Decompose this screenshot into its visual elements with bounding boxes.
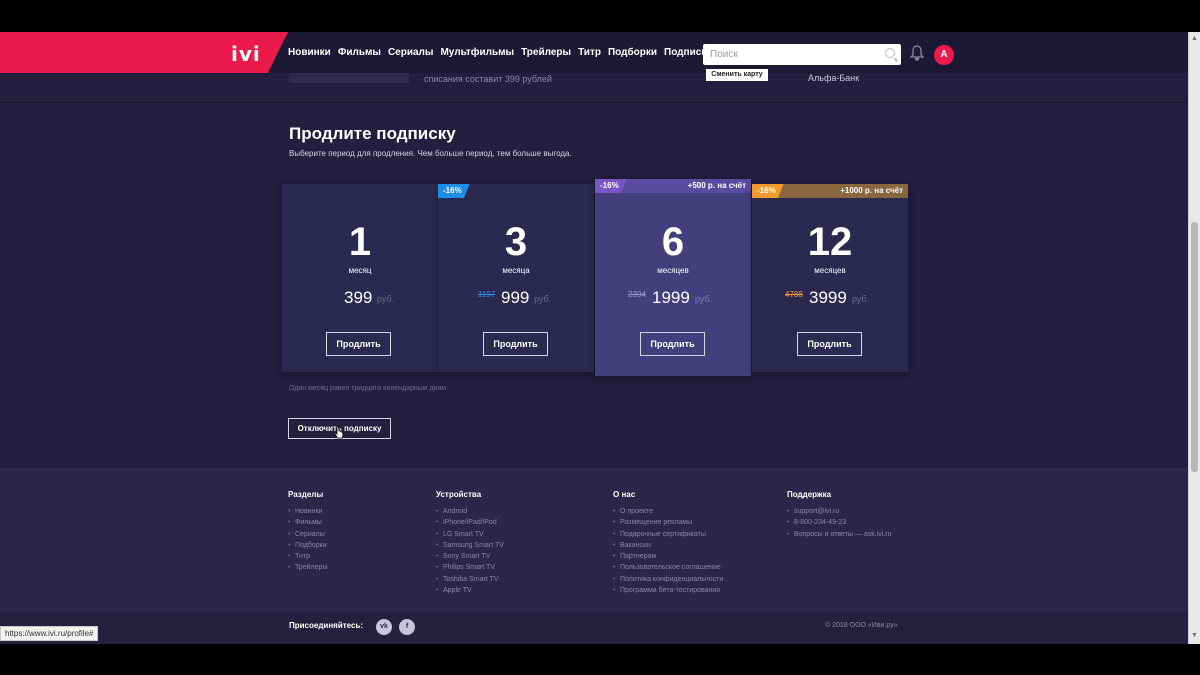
footer-link[interactable]: Apple TV [436,585,504,597]
nav-serials[interactable]: Сериалы [388,47,434,58]
plan-price: 3999 [809,288,847,307]
footer-link[interactable]: Размещение рекламы [613,517,723,529]
nav-collections[interactable]: Подборки [608,47,657,58]
footer-link[interactable]: Фильмы [288,517,327,529]
scroll-down-icon[interactable]: ▼ [1191,632,1198,639]
footer-heading: Устройства [436,490,482,499]
plan-count: 1 [348,220,372,264]
footer-heading: Поддержка [787,490,832,499]
site-header: ivi Новинки Фильмы Сериалы Мультфильмы Т… [0,32,1188,73]
hand-cursor-icon [334,426,344,440]
status-bar-url: https://www.ivi.ru/profile# [0,626,99,641]
scroll-up-icon[interactable]: ▲ [1191,35,1198,42]
site-footer: Разделы Новинки Фильмы Сериалы Подборки … [0,468,1188,644]
footer-link[interactable]: Пользовательское соглашение [613,562,723,574]
footer-link[interactable]: Samsung Smart TV [436,540,504,552]
plan-currency: руб. [695,294,713,304]
discount-badge: -16% [438,184,470,198]
footer-link[interactable]: Титр [288,551,327,563]
page-title: Продлите подписку [289,124,456,143]
footer-column-devices: Устройства Android iPhone/iPad/iPod LG S… [436,490,504,597]
plan-old-price: 1197 [478,290,496,299]
footer-heading: О нас [613,490,636,499]
bell-icon[interactable] [909,45,925,61]
card-thumbnail [289,73,409,83]
plan-currency: руб. [852,294,870,304]
bank-name: Альфа-Банк [808,73,860,83]
footer-column-about: О нас О проекте Размещение рекламы Подар… [613,490,723,597]
footer-link[interactable]: Политика конфиденциальности [613,574,723,586]
plan-price: 399 [344,288,373,307]
footer-link[interactable]: Программа бета-тестирования [613,585,723,597]
bonus-badge: +1000 р. на счёт [840,186,903,195]
plan-card-1-month: 1 месяц 399 руб. Продлить [282,184,438,372]
plan-old-price: 4788 [785,290,803,299]
plan-card-12-months: -16% +1000 р. на счёт 12 месяцев 4788 39… [752,184,908,372]
ivi-logo[interactable]: ivi [231,42,261,66]
footer-link[interactable]: Трейлеры [288,562,327,574]
renew-button-1-month[interactable]: Продлить [326,332,391,356]
plan-unit: месяц [348,266,372,275]
facebook-icon[interactable]: f [399,619,415,635]
footer-link[interactable]: 8-800-234-49-23 [787,517,891,529]
plan-currency: руб. [377,294,395,304]
scrollbar-thumb[interactable] [1191,222,1198,472]
footer-link[interactable]: О проекте [613,506,723,518]
main-nav: Новинки Фильмы Сериалы Мультфильмы Трейл… [288,32,712,73]
footer-link[interactable]: Вакансии [613,540,723,552]
footer-link[interactable]: Android [436,506,504,518]
plan-card-3-months: -16% 3 месяца 1197 999 руб. Продлить [438,184,594,372]
join-label: Присоединяйтесь: [289,621,364,630]
divider [0,102,1188,103]
footer-link[interactable]: Подарочные сертификаты [613,529,723,541]
plan-unit: месяца [502,266,530,275]
change-card-button[interactable]: Сменить карту [706,69,768,81]
footer-column-support: Поддержка support@ivi.ru 8-800-234-49-23… [787,490,891,540]
footer-link[interactable]: Sony Smart TV [436,551,504,563]
payment-note: списания составит 399 рублей [424,74,552,84]
plan-card-6-months: -16% +500 р. на счёт 6 месяцев 2394 1999… [595,179,751,376]
renew-button-12-months[interactable]: Продлить [797,332,862,356]
plan-price: 999 [501,288,530,307]
avatar[interactable]: A [934,45,954,65]
footer-link[interactable]: Новинки [288,506,327,518]
footer-bottom-bar: Присоединяйтесь: vk f © 2018 ООО «Иви.ру… [0,611,1188,644]
nav-trailers[interactable]: Трейлеры [521,47,571,58]
footer-link[interactable]: iPhone/iPad/iPod [436,517,504,529]
plan-unit: месяцев [657,266,689,275]
renew-button-6-months[interactable]: Продлить [640,332,705,356]
plan-currency: руб. [534,294,552,304]
search-icon[interactable] [885,48,895,58]
footer-link[interactable]: Партнерам [613,551,723,563]
footer-heading: Разделы [288,490,324,499]
footer-link[interactable]: Подборки [288,540,327,552]
footer-link[interactable]: Philips Smart TV [436,562,504,574]
month-note: Один месяц равен тридцати календарным дн… [289,385,447,392]
vk-icon[interactable]: vk [376,619,392,635]
search-placeholder: Поиск [710,49,738,60]
footer-link[interactable]: Вопросы и ответы — ask.ivi.ru [787,529,891,541]
scrollbar[interactable]: ▲ ▼ [1188,32,1200,644]
browser-viewport: ivi Новинки Фильмы Сериалы Мультфильмы Т… [0,32,1188,644]
bonus-badge: +500 р. на счёт [687,181,746,190]
plan-count: 12 [807,220,853,264]
page-subtitle: Выберите период для продления. Чем больш… [289,149,572,158]
footer-link[interactable]: support@ivi.ru [787,506,891,518]
footer-link[interactable]: Сериалы [288,529,327,541]
nav-novinki[interactable]: Новинки [288,47,331,58]
renew-button-3-months[interactable]: Продлить [483,332,548,356]
search-input[interactable]: Поиск [703,44,901,65]
nav-films[interactable]: Фильмы [338,47,381,58]
footer-link[interactable]: Toshiba Smart TV [436,574,504,586]
footer-column-sections: Разделы Новинки Фильмы Сериалы Подборки … [288,490,327,574]
plan-old-price: 2394 [628,290,646,299]
nav-cartoons[interactable]: Мультфильмы [440,47,514,58]
plan-count: 3 [504,220,528,264]
copyright: © 2018 ООО «Иви.ру» [825,622,898,629]
plan-count: 6 [661,220,685,264]
nav-titr[interactable]: Титр [578,47,601,58]
plan-price: 1999 [652,288,690,307]
footer-link[interactable]: LG Smart TV [436,529,504,541]
plan-unit: месяцев [814,266,846,275]
